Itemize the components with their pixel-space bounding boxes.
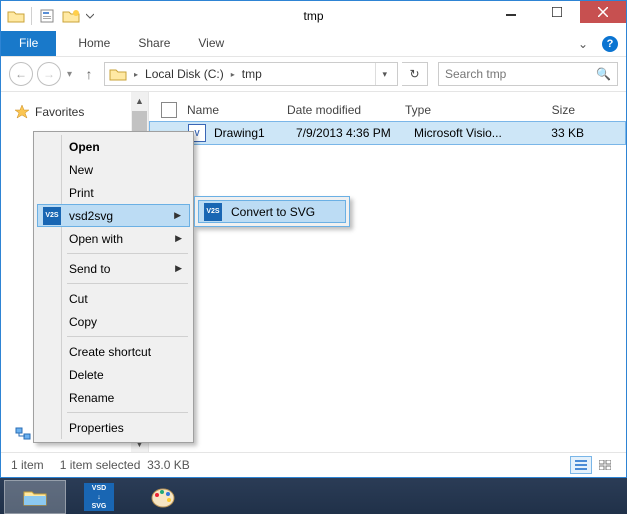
folder-icon (109, 67, 127, 81)
chevron-icon[interactable]: ▸ (231, 70, 235, 79)
nav-label: Favorites (35, 105, 84, 119)
file-name: Drawing1 (214, 126, 296, 140)
ctx-vsd2svg[interactable]: V2S vsd2svg ▶ (37, 204, 190, 227)
address-bar[interactable]: ▸ Local Disk (C:) ▸ tmp ▾ (104, 62, 398, 86)
close-button[interactable] (580, 1, 626, 23)
ctx-copy[interactable]: Copy (37, 310, 190, 333)
context-menu: Open New Print V2S vsd2svg ▶ Open with▶ … (33, 131, 194, 443)
submenu-arrow-icon: ▶ (175, 263, 182, 274)
help-button[interactable]: ? (602, 36, 618, 52)
status-count: 1 item (11, 458, 44, 472)
ctx-label: vsd2svg (69, 209, 113, 223)
ctx-new[interactable]: New (37, 158, 190, 181)
taskbar-explorer[interactable] (4, 480, 66, 514)
breadcrumb-part[interactable]: tmp (242, 67, 262, 81)
status-size: 33.0 KB (147, 458, 190, 472)
file-row[interactable]: V Drawing1 7/9/2013 4:36 PM Microsoft Vi… (149, 121, 626, 145)
file-tab[interactable]: File (1, 31, 56, 56)
refresh-button[interactable]: ↻ (402, 62, 428, 86)
search-icon: 🔍 (596, 67, 611, 81)
vsd-svg-icon: VSD ↓ SVG (84, 483, 114, 511)
ctx-send-to[interactable]: Send to ▶ (37, 257, 190, 280)
minimize-button[interactable] (488, 1, 534, 23)
titlebar: tmp (1, 1, 626, 31)
column-headers: Name Date modified Type Size (149, 98, 626, 122)
file-list[interactable]: Name Date modified Type Size V Drawing1 … (149, 92, 626, 452)
ctx-properties[interactable]: Properties (37, 416, 190, 439)
breadcrumb-part[interactable]: Local Disk (C:) (145, 67, 224, 81)
select-all-checkbox[interactable] (161, 102, 177, 118)
new-folder-icon[interactable] (60, 5, 82, 27)
history-dropdown-icon[interactable]: ▾ (65, 69, 74, 80)
address-dropdown-icon[interactable]: ▾ (375, 63, 393, 85)
submenu-arrow-icon: ▶ (175, 233, 182, 244)
back-button[interactable]: ← (9, 62, 33, 86)
palette-icon (150, 486, 176, 508)
col-date[interactable]: Date modified (287, 103, 405, 117)
submenu: V2S Convert to SVG (194, 196, 350, 227)
search-placeholder: Search tmp (445, 67, 506, 81)
expand-ribbon-icon[interactable]: ⌄ (570, 37, 596, 51)
ctx-create-shortcut[interactable]: Create shortcut (37, 340, 190, 363)
chevron-icon[interactable]: ▸ (134, 70, 138, 79)
taskbar-vsd2svg[interactable]: VSD ↓ SVG (68, 480, 130, 514)
properties-icon[interactable] (36, 5, 58, 27)
ctx-label: Send to (69, 262, 110, 276)
ctx-delete[interactable]: Delete (37, 363, 190, 386)
ctx-rename[interactable]: Rename (37, 386, 190, 409)
qat-dropdown-icon[interactable] (84, 5, 96, 27)
search-input[interactable]: Search tmp 🔍 (438, 62, 618, 86)
forward-button[interactable]: → (37, 62, 61, 86)
v2s-icon: V2S (204, 203, 222, 221)
up-button[interactable]: ↑ (78, 66, 100, 82)
nav-toolbar: ← → ▾ ↑ ▸ Local Disk (C:) ▸ tmp ▾ ↻ Sear… (1, 56, 626, 92)
details-view-button[interactable] (570, 456, 592, 474)
file-type: Microsoft Visio... (414, 126, 532, 140)
col-type[interactable]: Type (405, 103, 523, 117)
submenu-label: Convert to SVG (231, 205, 315, 219)
status-selected: 1 item selected (60, 458, 141, 472)
ctx-open[interactable]: Open (37, 135, 190, 158)
taskbar: VSD ↓ SVG (0, 478, 627, 514)
ctx-print[interactable]: Print (37, 181, 190, 204)
star-icon (15, 105, 29, 119)
tab-share[interactable]: Share (124, 31, 184, 56)
v2s-icon: V2S (43, 207, 61, 225)
file-size: 33 KB (532, 126, 592, 140)
ctx-open-with[interactable]: Open with ▶ (37, 227, 190, 250)
tab-home[interactable]: Home (64, 31, 124, 56)
thumbnails-view-button[interactable] (594, 456, 616, 474)
file-date: 7/9/2013 4:36 PM (296, 126, 414, 140)
network-icon (15, 427, 31, 441)
submenu-arrow-icon: ▶ (174, 210, 181, 221)
folder-icon[interactable] (5, 5, 27, 27)
status-bar: 1 item 1 item selected 33.0 KB (1, 452, 626, 477)
ctx-cut[interactable]: Cut (37, 287, 190, 310)
ctx-label: Open with (69, 232, 123, 246)
nav-favorites[interactable]: Favorites (15, 102, 142, 122)
tab-view[interactable]: View (184, 31, 238, 56)
col-name[interactable]: Name (187, 103, 287, 117)
col-size[interactable]: Size (523, 103, 583, 117)
explorer-window: tmp File Home Share View ⌄ ? ← → ▾ ↑ ▸ L… (0, 0, 627, 478)
submenu-convert[interactable]: V2S Convert to SVG (198, 200, 346, 223)
taskbar-paint[interactable] (132, 480, 194, 514)
ribbon-tabs: File Home Share View ⌄ ? (1, 31, 626, 56)
maximize-button[interactable] (534, 1, 580, 23)
scroll-up-icon[interactable]: ▲ (131, 92, 148, 109)
